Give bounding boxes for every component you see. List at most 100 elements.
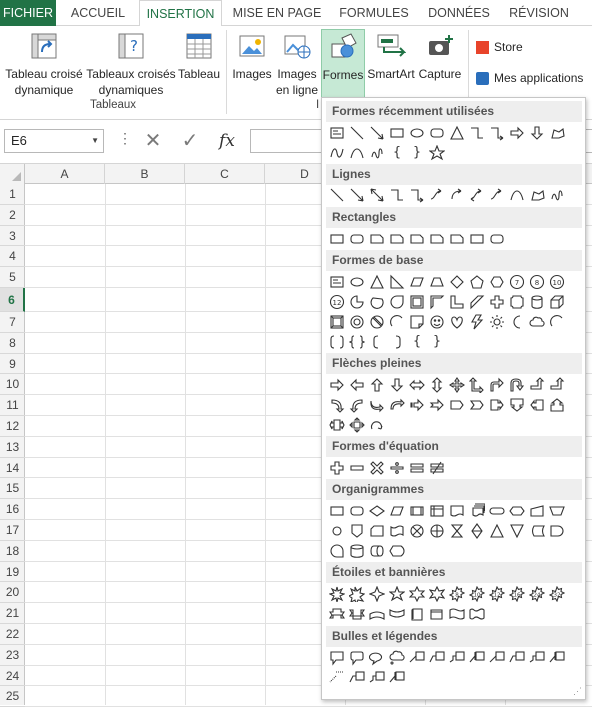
linecallout2-shape[interactable]	[348, 669, 366, 687]
mult-shape[interactable]	[368, 459, 386, 477]
elbow-shape[interactable]	[388, 186, 406, 204]
delay-shape[interactable]	[548, 522, 566, 540]
row-header[interactable]: 22	[0, 624, 25, 645]
row-header[interactable]: 5	[0, 267, 25, 288]
sun-shape[interactable]	[488, 313, 506, 331]
ucallout-shape[interactable]	[548, 396, 566, 414]
explosion2-shape[interactable]	[347, 585, 366, 606]
cdown-shape[interactable]	[388, 396, 406, 414]
capture-button[interactable]: Capture	[417, 29, 463, 82]
tab-accueil[interactable]: ACCUEIL	[60, 0, 136, 26]
luarr-shape[interactable]	[468, 376, 486, 395]
curve-shape[interactable]	[508, 186, 526, 204]
plus-shape[interactable]	[328, 459, 346, 477]
accent1-shape[interactable]	[548, 649, 566, 667]
decision-shape[interactable]	[368, 502, 386, 520]
notequal-shape[interactable]	[428, 459, 446, 477]
tab-revision[interactable]: RÉVISION	[502, 0, 576, 26]
freeform-shape[interactable]	[528, 186, 546, 204]
plaque-shape[interactable]	[508, 293, 526, 311]
quadcallout-shape[interactable]	[348, 416, 366, 434]
internal-shape[interactable]	[428, 502, 446, 520]
tri-shape[interactable]	[368, 273, 386, 291]
polygon-10-shape[interactable]: 10	[548, 273, 566, 291]
resize-grip-icon[interactable]: ⋰	[573, 686, 582, 697]
diamond-shape[interactable]	[448, 273, 466, 291]
or-shape[interactable]	[428, 522, 446, 540]
row-header[interactable]: 23	[0, 645, 25, 666]
heart-shape[interactable]	[448, 313, 466, 331]
snip-shape[interactable]	[388, 230, 406, 248]
linecallout2-shape[interactable]	[428, 649, 446, 667]
linecallout3-shape[interactable]	[448, 649, 466, 667]
sort-shape[interactable]	[468, 522, 486, 540]
freeform-shape[interactable]	[548, 124, 566, 142]
lrcallout-shape[interactable]	[328, 416, 346, 434]
tape-shape[interactable]	[388, 522, 406, 540]
rect-shape[interactable]	[328, 230, 346, 248]
cancel-icon[interactable]: ✕	[140, 128, 166, 154]
name-box[interactable]: E6 ▼	[4, 129, 104, 153]
elbow-shape[interactable]	[468, 124, 486, 142]
row-header[interactable]: 20	[0, 582, 25, 604]
nosym-shape[interactable]	[368, 313, 386, 331]
curvedconn-shape[interactable]	[488, 186, 506, 204]
rarrow-shape[interactable]	[508, 124, 526, 142]
rcallout-shape[interactable]	[488, 396, 506, 414]
lcallout-shape[interactable]	[528, 396, 546, 414]
row-header[interactable]: 9	[0, 354, 25, 375]
dblarrow-shape[interactable]	[368, 186, 386, 204]
elbowarr-shape[interactable]	[408, 186, 426, 204]
line-shape[interactable]	[328, 186, 346, 204]
lrarrow-shape[interactable]	[408, 376, 426, 394]
scurve-shape[interactable]	[328, 144, 346, 162]
chord-shape[interactable]	[368, 293, 386, 311]
uarrow-shape[interactable]	[368, 376, 386, 394]
nobord1-shape[interactable]	[328, 669, 346, 687]
smiley-shape[interactable]	[428, 313, 446, 331]
display-shape[interactable]	[388, 542, 406, 560]
quad-shape[interactable]	[448, 376, 466, 394]
rrectcallout-shape[interactable]	[348, 649, 366, 667]
row-header[interactable]: 16	[0, 499, 25, 520]
textbox-shape[interactable]	[328, 124, 346, 142]
cleft-shape[interactable]	[348, 396, 366, 414]
snip-shape[interactable]	[408, 230, 426, 248]
tab-insertion[interactable]: INSERTION	[139, 0, 222, 27]
linecallout3-shape[interactable]	[368, 669, 386, 687]
ovalcallout-shape[interactable]	[368, 649, 386, 667]
larrow-shape[interactable]	[348, 376, 366, 394]
frame-shape[interactable]	[408, 293, 426, 311]
tear-shape[interactable]	[388, 293, 406, 311]
table-button[interactable]: Tableau	[176, 29, 222, 82]
arrow-shape[interactable]	[348, 186, 366, 204]
row-header[interactable]: 12	[0, 416, 25, 437]
dblcurve-shape[interactable]	[468, 186, 486, 204]
rarrow-shape[interactable]	[328, 376, 346, 394]
circarr-shape[interactable]	[368, 416, 386, 434]
star7-shape[interactable]	[428, 585, 446, 603]
sumjunc-shape[interactable]	[408, 522, 426, 540]
tab-donnees[interactable]: DONNÉES	[420, 0, 498, 26]
arc-shape[interactable]	[548, 313, 566, 331]
divide-shape[interactable]	[388, 459, 406, 477]
rectcallout-shape[interactable]	[328, 649, 346, 667]
row-header[interactable]: 7	[0, 312, 25, 333]
bolt-shape[interactable]	[468, 313, 486, 331]
column-header[interactable]: B	[105, 164, 185, 184]
star-32-points-shape[interactable]: 32	[548, 585, 566, 603]
brace-left-shape[interactable]: {	[408, 333, 426, 351]
row-header[interactable]: 4	[0, 246, 25, 268]
row-header[interactable]: 13	[0, 437, 25, 458]
seqaccess-shape[interactable]	[328, 542, 346, 560]
scribble-shape[interactable]	[368, 144, 386, 162]
hex-shape[interactable]	[488, 273, 506, 291]
row-header[interactable]: 10	[0, 374, 25, 396]
tab-formules[interactable]: FORMULES	[332, 0, 416, 26]
trap-shape[interactable]	[428, 273, 446, 291]
para-shape[interactable]	[408, 273, 426, 291]
dcallout-shape[interactable]	[508, 396, 526, 414]
rect-shape[interactable]	[468, 230, 486, 248]
row-header[interactable]: 6	[0, 288, 25, 312]
function-icon[interactable]: fx	[214, 128, 240, 154]
